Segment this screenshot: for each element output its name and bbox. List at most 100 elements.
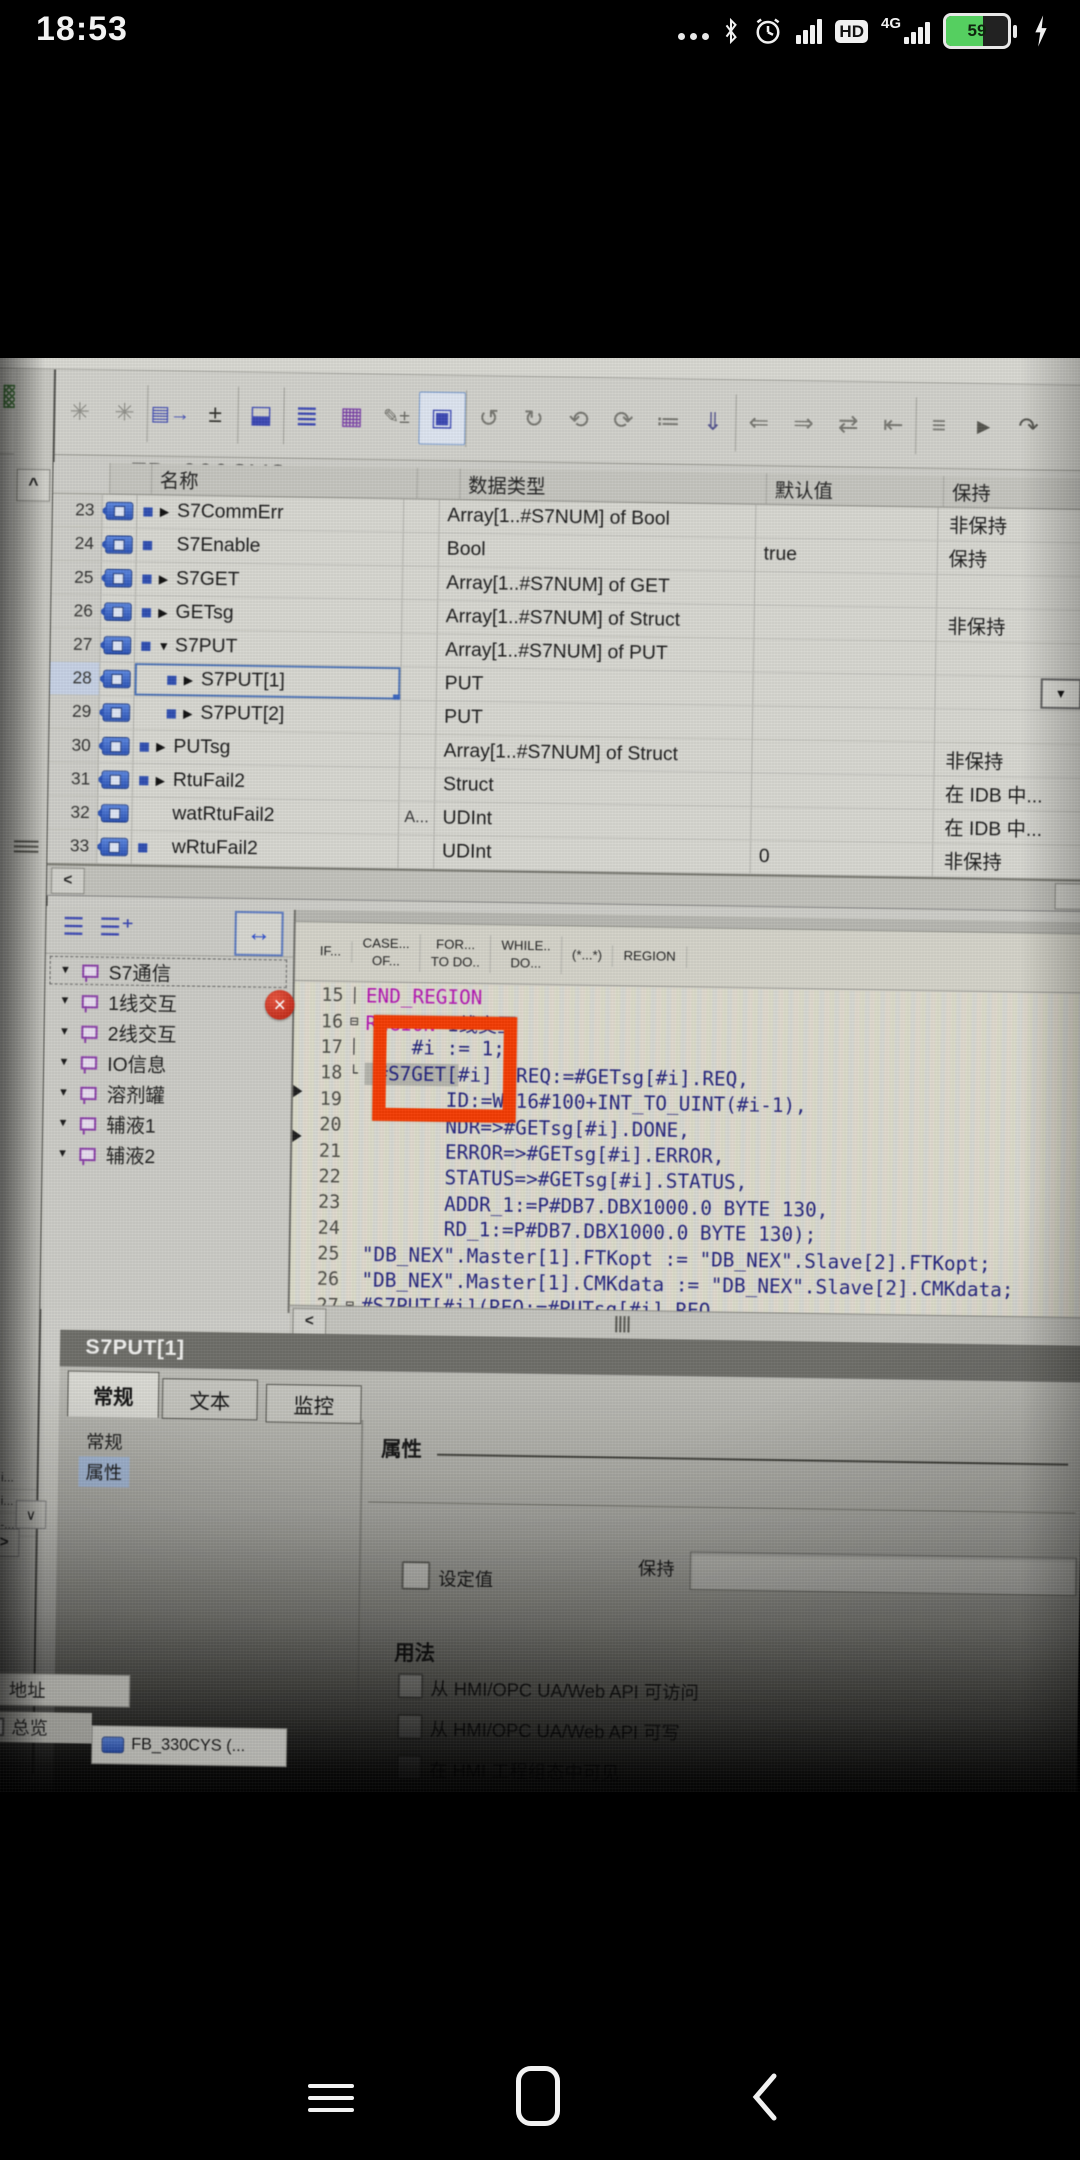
default-value-cell[interactable] (756, 505, 939, 541)
default-value-cell[interactable] (752, 773, 935, 809)
scroll-up-button[interactable]: ^ (16, 469, 50, 502)
editor-scroll-grip[interactable] (615, 1316, 630, 1333)
tree-collapse-icon[interactable]: ▼ (59, 995, 82, 1008)
inspector-nav-general[interactable]: 常规 (79, 1426, 130, 1457)
retain-cell[interactable]: ▼ (938, 575, 1080, 611)
data-type-cell[interactable]: UDInt (434, 836, 751, 875)
name-cell[interactable]: ▼ S7PUT (135, 629, 403, 667)
retain-cell[interactable]: ▼ (936, 642, 1080, 678)
taskbar-item[interactable]: FB_330CYS (... (91, 1725, 287, 1767)
expand-arrow-icon[interactable]: ▶ (155, 773, 173, 788)
toolbar-button-icon[interactable]: ↷ (1006, 398, 1052, 456)
default-value-cell[interactable] (754, 639, 937, 675)
snippet-button[interactable]: REGION (613, 946, 687, 968)
name-cell[interactable]: ▶ S7PUT[2] (134, 697, 402, 735)
snippet-button[interactable]: IF... (309, 941, 352, 962)
expand-arrow-icon[interactable]: ▶ (159, 572, 177, 587)
fold-marker-icon[interactable]: └ (342, 1065, 365, 1082)
recents-button[interactable] (308, 2076, 354, 2120)
col-header-default[interactable]: 默认值 (767, 473, 945, 506)
col-header-name[interactable]: 名称 (152, 464, 419, 499)
toolbar-button-icon[interactable]: ✳ (57, 383, 103, 441)
default-value-cell[interactable] (752, 740, 935, 776)
toolbar-button-icon[interactable]: ≣ (283, 387, 330, 445)
tree-collapse-icon[interactable]: ▼ (58, 1056, 81, 1069)
toolbar-button-icon[interactable]: ▣ (418, 391, 466, 445)
editor-hscroll-left-button[interactable]: < (292, 1308, 326, 1335)
retain-cell[interactable]: 非保持 ▼ (937, 608, 1080, 644)
tree-collapse-icon[interactable]: ▼ (60, 964, 83, 977)
tree-item[interactable]: ▼ 辅液1 ✕ (43, 1107, 291, 1141)
name-cell[interactable]: watRtuFail2 (132, 797, 400, 835)
data-type-cell[interactable]: PUT (436, 668, 753, 707)
tree-collapse-icon[interactable]: ▼ (58, 1086, 81, 1099)
name-cell[interactable]: ▶ S7CommErr (137, 495, 405, 533)
tree-item[interactable]: ▼ 1线交互 ✕ (45, 985, 293, 1019)
retain-field[interactable] (690, 1551, 1077, 1596)
tab-general[interactable]: 常规 (67, 1371, 159, 1418)
tree-item[interactable]: ▼ 溶剂罐 ✕ (43, 1077, 291, 1111)
retain-cell[interactable]: 保持 ▼ (938, 541, 1080, 577)
default-value-cell[interactable] (753, 673, 936, 709)
name-cell[interactable]: ▶ PUTsg (133, 730, 401, 768)
retain-cell[interactable]: 非保持 ▼ (933, 844, 1080, 880)
default-value-cell[interactable] (753, 706, 936, 742)
hscroll-right-button[interactable] (1054, 883, 1080, 910)
default-value-cell[interactable] (755, 572, 938, 608)
toolbar-button-icon[interactable]: ± (192, 385, 238, 443)
tab-texts[interactable]: 文本 (162, 1378, 258, 1420)
expand-panel-button[interactable]: ↔ (234, 911, 284, 957)
toolbar-button-icon[interactable]: ⟳ (601, 392, 647, 450)
fold-marker-icon[interactable]: │ (343, 1039, 366, 1056)
fold-marker-icon[interactable]: │ (343, 988, 366, 1005)
toolbar-button-icon[interactable]: ↻ (511, 390, 557, 448)
usage-checkbox[interactable] (397, 1714, 423, 1740)
tab-supervision[interactable]: 监控 (266, 1384, 362, 1424)
scroll-down-button[interactable]: ∨ (15, 1500, 46, 1529)
tree-collapse-icon[interactable]: ▼ (57, 1117, 80, 1130)
tree-collapse-icon[interactable]: ▼ (57, 1147, 80, 1160)
toolbar-button-icon[interactable]: ⇓ (690, 393, 736, 451)
expand-arrow-icon[interactable]: ▶ (156, 740, 174, 755)
snippet-button[interactable]: WHILE.. DO... (491, 936, 562, 974)
name-cell[interactable]: ▶ GETsg (136, 596, 404, 634)
scroll-right-button[interactable]: > (0, 1528, 20, 1557)
name-cell[interactable]: ▶ S7GET (136, 562, 404, 600)
default-value-cell[interactable]: true (755, 538, 938, 574)
tree-item[interactable]: ▼ IO信息 ✕ (44, 1046, 292, 1080)
toolbar-button-icon[interactable]: ▶ (961, 397, 1007, 455)
toolbar-button-icon[interactable]: ⬓ (237, 386, 284, 444)
expand-arrow-icon[interactable]: ▶ (158, 605, 176, 620)
tree-item[interactable]: ▼ 辅液2 ✕ (42, 1138, 290, 1172)
setpoint-checkbox[interactable] (401, 1561, 430, 1590)
usage-checkbox[interactable] (398, 1673, 424, 1699)
back-button[interactable] (748, 2068, 782, 2126)
data-type-cell[interactable]: Array[1..#S7NUM] of PUT (437, 634, 754, 673)
toolbar-button-icon[interactable]: ≡ (915, 397, 962, 455)
retain-cell[interactable]: 非保持 ▼ (939, 508, 1080, 544)
usage-checkbox[interactable] (396, 1754, 422, 1780)
col-header-type[interactable]: 数据类型 (460, 469, 767, 504)
data-type-cell[interactable]: UDInt (434, 802, 751, 841)
data-type-cell[interactable]: Bool (438, 533, 755, 572)
tree-item[interactable]: ▼ S7通信 ✕ (45, 955, 293, 989)
address-tab[interactable]: 地址 (0, 1673, 130, 1708)
expand-arrow-icon[interactable]: ▶ (183, 706, 201, 721)
name-cell[interactable]: S7Enable (137, 529, 405, 567)
toolbar-button-icon[interactable]: ✳ (102, 384, 148, 442)
name-cell[interactable]: wRtuFail2 (132, 831, 400, 869)
tree-collapse-icon[interactable]: ▼ (59, 1025, 82, 1038)
data-type-cell[interactable]: Array[1..#S7NUM] of Struct (437, 601, 754, 640)
data-type-cell[interactable]: Array[1..#S7NUM] of Struct (435, 735, 752, 774)
retain-cell[interactable]: 在 IDB 中... ▼ (934, 810, 1080, 846)
snippet-button[interactable]: FOR... TO DO.. (420, 934, 491, 972)
retain-cell[interactable]: ▼ (936, 676, 1080, 712)
toolbar-button-icon[interactable]: ▤→ (147, 385, 194, 443)
snippet-button[interactable]: CASE... OF... (352, 933, 421, 971)
expand-arrow-icon[interactable]: ▼ (158, 639, 176, 654)
toolbar-button-icon[interactable]: ≔ (645, 393, 691, 451)
toolbar-button-icon[interactable]: ↺ (465, 390, 512, 448)
toolbar-button-icon[interactable]: ✎± (374, 388, 420, 446)
expand-arrow-icon[interactable]: ▶ (160, 505, 178, 520)
toolbar-button-icon[interactable]: ▦ (329, 388, 375, 446)
